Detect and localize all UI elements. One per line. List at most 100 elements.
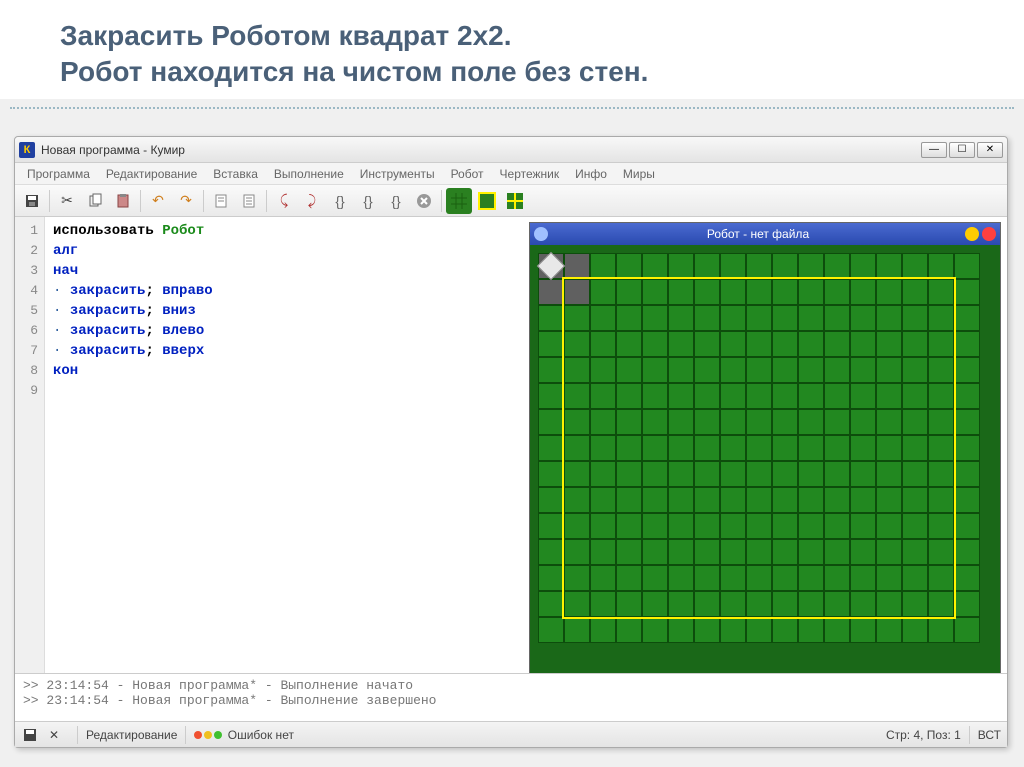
grid-cell[interactable] [954, 565, 980, 591]
grid-cell[interactable] [694, 617, 720, 643]
grid-cell[interactable] [850, 617, 876, 643]
grid-cell[interactable] [798, 591, 824, 617]
grid-cell[interactable] [850, 565, 876, 591]
grid-cell[interactable] [590, 617, 616, 643]
grid-cell[interactable] [954, 461, 980, 487]
menu-миры[interactable]: Миры [615, 165, 663, 183]
run-small-icon[interactable]: ⤸ [299, 188, 325, 214]
grid-cell[interactable] [642, 331, 668, 357]
menu-инструменты[interactable]: Инструменты [352, 165, 443, 183]
grid-cell[interactable] [928, 305, 954, 331]
grid-cell[interactable] [720, 357, 746, 383]
grid-cell[interactable] [928, 617, 954, 643]
grid-cell[interactable] [746, 513, 772, 539]
grid-cell[interactable] [590, 383, 616, 409]
grid-cell[interactable] [954, 487, 980, 513]
grid-cell[interactable] [642, 409, 668, 435]
robot-field[interactable] [534, 249, 996, 673]
grid-cell[interactable] [590, 565, 616, 591]
grid-cell[interactable] [642, 279, 668, 305]
grid-cell[interactable] [564, 305, 590, 331]
grid-cell[interactable] [590, 461, 616, 487]
grid-cell[interactable] [642, 539, 668, 565]
grid-cell[interactable] [538, 383, 564, 409]
grid-cell[interactable] [876, 591, 902, 617]
grid-cell[interactable] [564, 591, 590, 617]
grid-cell[interactable] [746, 331, 772, 357]
grid-cell[interactable] [538, 487, 564, 513]
grid-cell[interactable] [850, 305, 876, 331]
grid-cell[interactable] [564, 253, 590, 279]
grid-cell[interactable] [564, 331, 590, 357]
grid-cell[interactable] [564, 565, 590, 591]
grid-cell[interactable] [616, 357, 642, 383]
grid-cell[interactable] [798, 331, 824, 357]
grid-cell[interactable] [902, 305, 928, 331]
grid-cell[interactable] [902, 435, 928, 461]
grid-cell[interactable] [824, 617, 850, 643]
grid-cell[interactable] [642, 513, 668, 539]
grid-cell[interactable] [746, 383, 772, 409]
grid-cell[interactable] [642, 617, 668, 643]
grid-cell[interactable] [772, 305, 798, 331]
grid-cell[interactable] [694, 383, 720, 409]
cut-icon[interactable]: ✂ [54, 188, 80, 214]
grid-cell[interactable] [590, 305, 616, 331]
grid-cell[interactable] [590, 409, 616, 435]
grid-cell[interactable] [850, 331, 876, 357]
grid-cell[interactable] [798, 383, 824, 409]
grid-cell[interactable] [538, 305, 564, 331]
copy-icon[interactable] [82, 188, 108, 214]
grid-cell[interactable] [798, 253, 824, 279]
robot-close-button[interactable] [982, 227, 996, 241]
grid-cell[interactable] [616, 409, 642, 435]
run-big-icon[interactable]: ⤹ [271, 188, 297, 214]
grid-cell[interactable] [772, 617, 798, 643]
grid-cell[interactable] [746, 357, 772, 383]
grid-cell[interactable] [590, 253, 616, 279]
titlebar[interactable]: К Новая программа - Кумир — ☐ ✕ [15, 137, 1007, 163]
redo-icon[interactable]: ↷ [173, 188, 199, 214]
grid-cell[interactable] [720, 383, 746, 409]
grid-cell[interactable] [850, 513, 876, 539]
grid-cell[interactable] [954, 253, 980, 279]
grid-cell[interactable] [668, 357, 694, 383]
grid-cell[interactable] [746, 253, 772, 279]
grid-canvas[interactable] [534, 249, 996, 673]
menu-чертежник[interactable]: Чертежник [492, 165, 568, 183]
grid-cell[interactable] [954, 435, 980, 461]
grid-cell[interactable] [928, 409, 954, 435]
grid-cell[interactable] [694, 591, 720, 617]
grid-cell[interactable] [876, 617, 902, 643]
grid-cell[interactable] [798, 513, 824, 539]
grid-cell[interactable] [590, 487, 616, 513]
grid-cell[interactable] [954, 279, 980, 305]
grid-cell[interactable] [876, 565, 902, 591]
grid-cell[interactable] [772, 409, 798, 435]
grid-cell[interactable] [902, 357, 928, 383]
grid-cell[interactable] [668, 487, 694, 513]
grid-cell[interactable] [564, 461, 590, 487]
grid-cell[interactable] [798, 487, 824, 513]
grid-cell[interactable] [538, 357, 564, 383]
grid-cell[interactable] [720, 617, 746, 643]
grid-cell[interactable] [876, 487, 902, 513]
grid-cell[interactable] [616, 539, 642, 565]
grid-cell[interactable] [590, 435, 616, 461]
grid-cell[interactable] [772, 331, 798, 357]
grid-cell[interactable] [746, 461, 772, 487]
step-into-icon[interactable]: {} [327, 188, 353, 214]
grid-cell[interactable] [824, 513, 850, 539]
grid-cell[interactable] [720, 565, 746, 591]
grid-cell[interactable] [642, 383, 668, 409]
grid-cell[interactable] [772, 591, 798, 617]
grid-cell[interactable] [590, 279, 616, 305]
grid-cell[interactable] [694, 513, 720, 539]
grid-cell[interactable] [616, 591, 642, 617]
step-out-icon[interactable]: {} [383, 188, 409, 214]
grid-cell[interactable] [564, 357, 590, 383]
grid-cell[interactable] [720, 461, 746, 487]
grid-cell[interactable] [746, 435, 772, 461]
grid-cell[interactable] [642, 591, 668, 617]
grid-cell[interactable] [798, 435, 824, 461]
